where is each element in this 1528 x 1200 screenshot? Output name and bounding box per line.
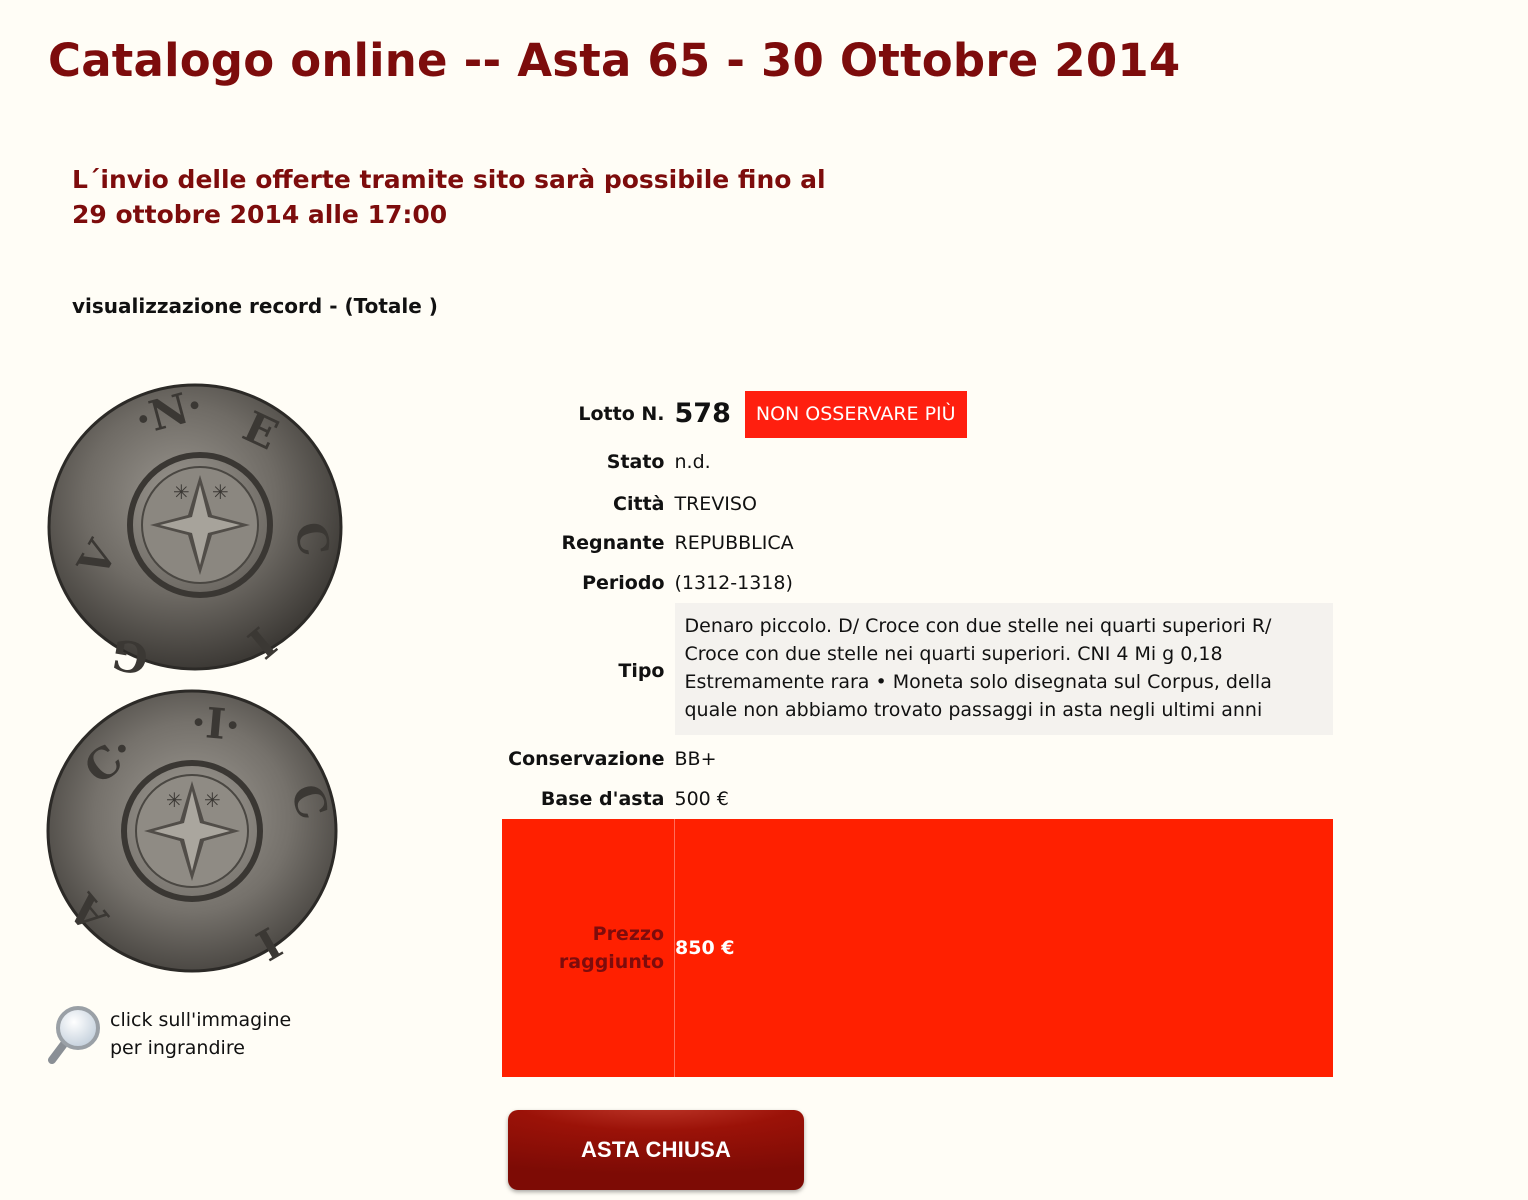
zoom-hint[interactable]: click sull'immagine per ingrandire	[48, 1004, 310, 1066]
price-row: Prezzo raggiunto 850 €	[502, 818, 1333, 1077]
tipo-value-cell: Denaro piccolo. D/ Croce con due stelle …	[674, 602, 1333, 740]
stato-label: Stato	[606, 451, 665, 473]
conservazione-row: Conservazione BB+	[502, 740, 1333, 780]
zoom-hint-line-2: per ingrandire	[110, 1037, 245, 1059]
periodo-label: Periodo	[582, 571, 665, 594]
notice-line-1: L´invio delle offerte tramite sito sarà …	[72, 165, 826, 194]
price-value: 850 €	[674, 818, 1333, 1077]
magnifier-icon	[48, 1006, 100, 1064]
tipo-row: Tipo Denaro piccolo. D/ Croce con due st…	[502, 602, 1333, 740]
page-title: Catalogo online -- Asta 65 - 30 Ottobre …	[48, 34, 1181, 87]
base-label: Base d'asta	[540, 787, 665, 810]
lot-details-table: Lotto N. 578 NON OSSERVARE PIÙ Stato n.d.…	[502, 388, 1333, 1077]
zoom-hint-line-1: click sull'immagine	[110, 1009, 292, 1031]
conservazione-label: Conservazione	[508, 748, 665, 771]
citta-row: Città TREVISO	[502, 484, 1333, 524]
regnante-row: Regnante REPUBBLICA	[502, 524, 1333, 564]
deadline-notice: L´invio delle offerte tramite sito sarà …	[72, 162, 826, 232]
tipo-line-4: quale non abbiamo trovato passaggi in as…	[684, 698, 1263, 721]
stato-value: n.d.	[674, 451, 711, 473]
lot-number: 578	[674, 398, 731, 429]
citta-value: TREVISO	[674, 492, 757, 515]
tipo-description: Denaro piccolo. D/ Croce con due stelle …	[674, 602, 1333, 735]
tipo-line-2: Croce con due stelle nei quarti superior…	[684, 642, 1223, 665]
coin-images[interactable]: ✳ ✳ V ·N· E C I G ✳ ✳ C· ·I· C I A	[40, 375, 350, 981]
conservazione-value: BB+	[674, 748, 717, 771]
periodo-row: Periodo (1312-1318)	[502, 563, 1333, 603]
citta-label: Città	[613, 492, 665, 515]
stato-row: Stato n.d.	[502, 440, 1333, 484]
svg-text:·I·: ·I·	[189, 697, 242, 750]
auction-closed-button[interactable]: ASTA CHIUSA	[508, 1110, 804, 1190]
coin-obverse-image[interactable]: ✳ ✳ V ·N· E C I G	[40, 375, 350, 675]
price-label-line-1: Prezzo	[592, 922, 664, 945]
svg-text:✳: ✳	[204, 788, 221, 812]
records-label: visualizzazione record - (Totale )	[72, 294, 438, 318]
price-label: Prezzo raggiunto	[502, 818, 675, 1077]
regnante-label: Regnante	[561, 532, 665, 555]
periodo-value: (1312-1318)	[674, 571, 793, 594]
lot-label: Lotto N.	[578, 403, 665, 425]
zoom-hint-text: click sull'immagine per ingrandire	[110, 1006, 310, 1062]
svg-text:✳: ✳	[166, 788, 183, 812]
notice-line-2: 29 ottobre 2014 alle 17:00	[72, 200, 448, 229]
lot-row: Lotto N. 578 NON OSSERVARE PIÙ	[502, 388, 1333, 440]
tipo-label: Tipo	[618, 660, 665, 682]
base-value: 500 €	[674, 787, 729, 810]
base-row: Base d'asta 500 €	[502, 779, 1333, 819]
svg-text:✳: ✳	[212, 480, 229, 504]
svg-text:✳: ✳	[173, 480, 190, 504]
coin-reverse-image[interactable]: ✳ ✳ C· ·I· C I A	[40, 681, 350, 981]
unwatch-button[interactable]: NON OSSERVARE PIÙ	[744, 390, 967, 438]
tipo-line-1: Denaro piccolo. D/ Croce con due stelle …	[684, 614, 1272, 637]
regnante-value: REPUBBLICA	[674, 532, 794, 555]
lot-value-cell: 578 NON OSSERVARE PIÙ	[675, 388, 1334, 440]
price-label-line-2: raggiunto	[558, 950, 664, 973]
tipo-line-3: Estremamente rara • Moneta solo disegnat…	[684, 670, 1272, 693]
